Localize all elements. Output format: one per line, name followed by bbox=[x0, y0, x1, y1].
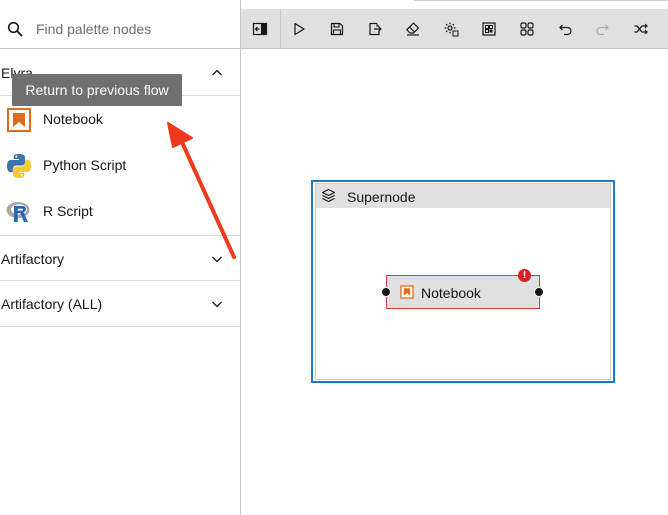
notebook-icon bbox=[7, 108, 31, 132]
export-pipeline-button[interactable] bbox=[356, 9, 394, 49]
palette-node-label: R Script bbox=[43, 203, 93, 219]
settings-icon bbox=[444, 22, 459, 37]
chevron-up-icon bbox=[212, 69, 222, 76]
layers-icon bbox=[321, 188, 336, 203]
play-icon bbox=[294, 22, 305, 36]
category-label: Artifactory bbox=[1, 251, 65, 267]
redo-button[interactable] bbox=[584, 9, 622, 49]
arrange-icon bbox=[634, 23, 648, 35]
top-edge-segment bbox=[414, 0, 668, 1]
category-label: Artifactory (ALL) bbox=[1, 296, 103, 312]
node-palette: Elyra Notebook Python Script R Script Ar… bbox=[0, 0, 241, 515]
canvas-node-label: Notebook bbox=[421, 285, 481, 301]
canvas-node-notebook[interactable]: Notebook bbox=[386, 275, 540, 309]
redo-icon bbox=[596, 24, 609, 36]
search-icon bbox=[7, 21, 23, 37]
palette-node-r-script[interactable]: R Script bbox=[0, 188, 240, 234]
undo-button[interactable] bbox=[546, 9, 584, 49]
catalog-icon bbox=[520, 22, 534, 36]
pipeline-toolbar bbox=[241, 9, 668, 49]
open-component-catalogs-button[interactable] bbox=[508, 9, 546, 49]
eraser-icon bbox=[406, 22, 420, 36]
category-artifactory[interactable]: Artifactory bbox=[0, 235, 240, 281]
notebook-icon bbox=[400, 285, 414, 299]
runtimes-icon bbox=[482, 22, 496, 36]
save-icon bbox=[330, 22, 344, 36]
error-badge-icon: ! bbox=[518, 269, 531, 282]
return-to-previous-flow-button[interactable] bbox=[241, 9, 279, 49]
r-icon bbox=[6, 202, 30, 222]
search-input[interactable] bbox=[36, 17, 231, 41]
python-icon bbox=[7, 154, 32, 178]
palette-node-label: Python Script bbox=[43, 157, 127, 173]
pipeline-properties-button[interactable] bbox=[432, 9, 470, 49]
open-runtimes-button[interactable] bbox=[470, 9, 508, 49]
undo-icon bbox=[559, 24, 572, 36]
arrange-button[interactable] bbox=[622, 9, 660, 49]
save-pipeline-button[interactable] bbox=[318, 9, 356, 49]
supernode-header[interactable]: Supernode bbox=[316, 184, 610, 208]
output-port[interactable] bbox=[534, 287, 544, 297]
chevron-down-icon bbox=[212, 301, 222, 308]
tooltip: Return to previous flow bbox=[12, 74, 182, 106]
palette-node-label: Notebook bbox=[43, 111, 103, 127]
palette-node-python-script[interactable]: Python Script bbox=[0, 142, 240, 188]
chevron-down-icon bbox=[212, 256, 222, 263]
return-icon bbox=[252, 22, 268, 36]
palette-search bbox=[0, 9, 240, 49]
supernode-title: Supernode bbox=[347, 189, 416, 205]
input-port[interactable] bbox=[381, 287, 391, 297]
export-icon bbox=[369, 22, 382, 36]
pipeline-canvas[interactable]: Supernode Notebook ! bbox=[241, 49, 668, 515]
clear-pipeline-button[interactable] bbox=[394, 9, 432, 49]
run-pipeline-button[interactable] bbox=[280, 9, 318, 49]
category-artifactory-all[interactable]: Artifactory (ALL) bbox=[0, 281, 240, 327]
